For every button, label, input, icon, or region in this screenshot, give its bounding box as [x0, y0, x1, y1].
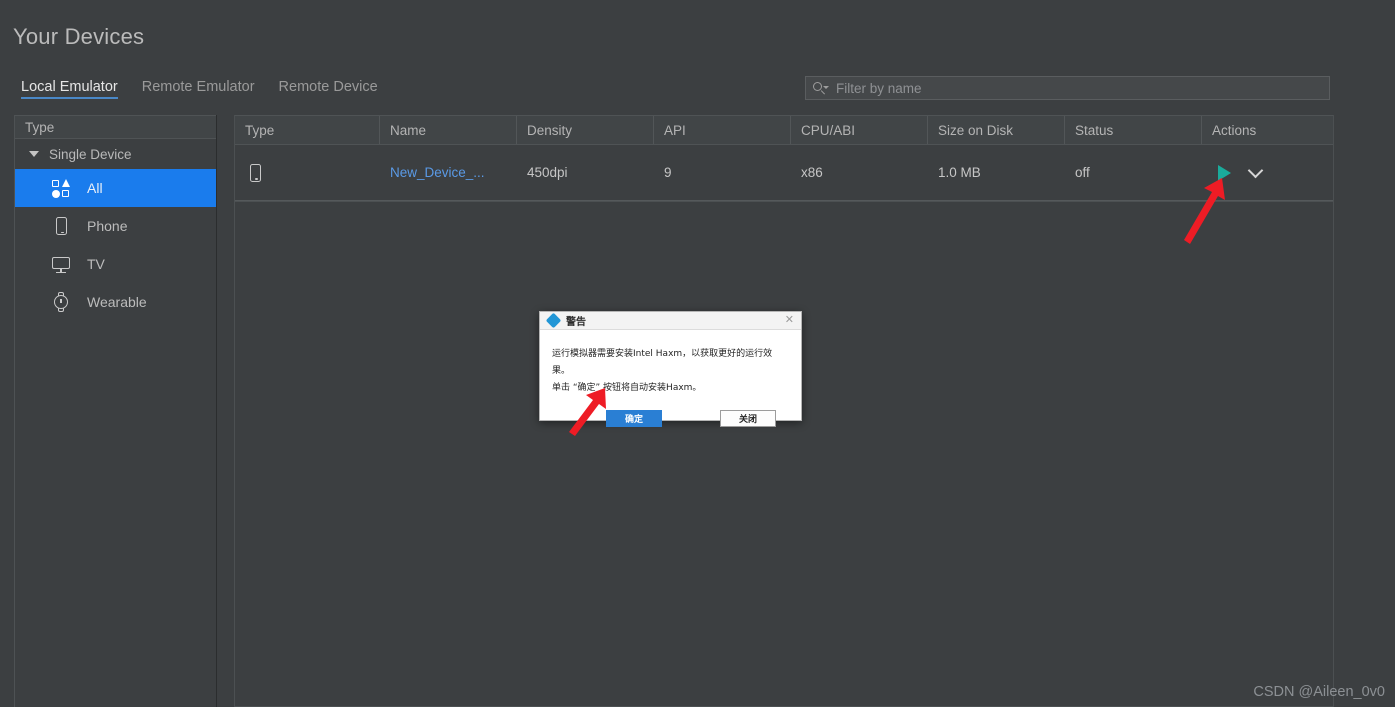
tv-icon — [51, 254, 71, 274]
column-header-status[interactable]: Status — [1065, 116, 1202, 144]
cell-status: off — [1075, 165, 1090, 180]
chevron-down-icon[interactable] — [29, 151, 39, 157]
dialog-message-line-1: 运行模拟器需要安装Intel Haxm，以获取更好的运行效果。 — [552, 349, 773, 377]
column-header-api[interactable]: API — [654, 116, 791, 144]
cell-type — [235, 145, 380, 200]
sidebar-item-label: All — [87, 180, 103, 196]
tab-remote-device[interactable]: Remote Device — [279, 79, 388, 99]
type-sidebar: Type Single Device All Phone TV Wearable — [14, 115, 217, 707]
ok-button[interactable]: 确定 — [606, 410, 662, 428]
devices-table: Type Name Density API CPU/ABI Size on Di… — [234, 115, 1334, 202]
sidebar-item-wearable[interactable]: Wearable — [15, 283, 216, 321]
cell-name[interactable]: New_Device_... — [380, 145, 517, 200]
dialog-button-row: 确定 关闭 — [552, 410, 789, 428]
info-diamond-icon — [545, 312, 562, 329]
chevron-down-icon[interactable] — [1247, 162, 1264, 178]
warning-dialog: 警告 ✕ 运行模拟器需要安装Intel Haxm，以获取更好的运行效果。 单击 … — [539, 311, 802, 428]
phone-icon — [245, 163, 265, 183]
dialog-message-line-2: 单击 “确定” 按钮将自动安装Haxm。 — [552, 383, 702, 394]
dialog-title: 警告 — [566, 317, 586, 328]
close-button[interactable]: 关闭 — [720, 410, 776, 428]
column-header-actions: Actions — [1212, 122, 1257, 138]
cell-actions — [1202, 145, 1333, 200]
app-window: Your Devices Local Emulator Remote Emula… — [0, 0, 1395, 707]
phone-icon — [51, 216, 71, 236]
cell-size-on-disk: 1.0 MB — [938, 165, 981, 180]
cell-api: 9 — [664, 165, 672, 180]
column-header-size-on-disk[interactable]: Size on Disk — [928, 116, 1065, 144]
table-header-row: Type Name Density API CPU/ABI Size on Di… — [235, 115, 1333, 145]
cell-density: 450dpi — [527, 165, 568, 180]
tab-remote-emulator[interactable]: Remote Emulator — [142, 79, 265, 99]
watermark: CSDN @Aileen_0v0 — [1253, 684, 1385, 700]
column-header-name[interactable]: Name — [380, 116, 517, 144]
all-shapes-icon — [51, 178, 71, 198]
table-empty-area — [234, 202, 1334, 707]
table-row[interactable]: New_Device_... 450dpi 9 x86 1.0 MB off — [235, 145, 1333, 201]
dialog-title-bar: 警告 ✕ — [540, 312, 801, 330]
sidebar-item-label: Wearable — [87, 294, 147, 310]
tab-local-emulator[interactable]: Local Emulator — [21, 79, 128, 99]
sidebar-group-single-device[interactable]: Single Device — [15, 139, 216, 169]
sidebar-item-phone[interactable]: Phone — [15, 207, 216, 245]
play-icon[interactable] — [1218, 164, 1231, 181]
watch-icon — [51, 292, 71, 312]
sidebar-item-all[interactable]: All — [15, 169, 216, 207]
column-header-type[interactable]: Type — [235, 116, 380, 144]
search-input[interactable] — [830, 80, 1323, 96]
sidebar-item-label: Phone — [87, 218, 128, 234]
filter-search-box[interactable] — [805, 76, 1330, 100]
dialog-body: 运行模拟器需要安装Intel Haxm，以获取更好的运行效果。 单击 “确定” … — [540, 330, 801, 428]
sidebar-item-label: TV — [87, 256, 105, 272]
close-icon[interactable]: ✕ — [782, 315, 797, 326]
cell-cpu-abi: x86 — [801, 165, 823, 180]
sidebar-group-label: Single Device — [49, 146, 132, 162]
sidebar-item-tv[interactable]: TV — [15, 245, 216, 283]
column-header-density[interactable]: Density — [517, 116, 654, 144]
page-title: Your Devices — [13, 24, 145, 49]
search-icon[interactable] — [812, 81, 830, 95]
sidebar-header: Type — [15, 115, 216, 139]
column-header-cpu-abi[interactable]: CPU/ABI — [791, 116, 928, 144]
tab-bar: Local Emulator Remote Emulator Remote De… — [21, 79, 402, 99]
